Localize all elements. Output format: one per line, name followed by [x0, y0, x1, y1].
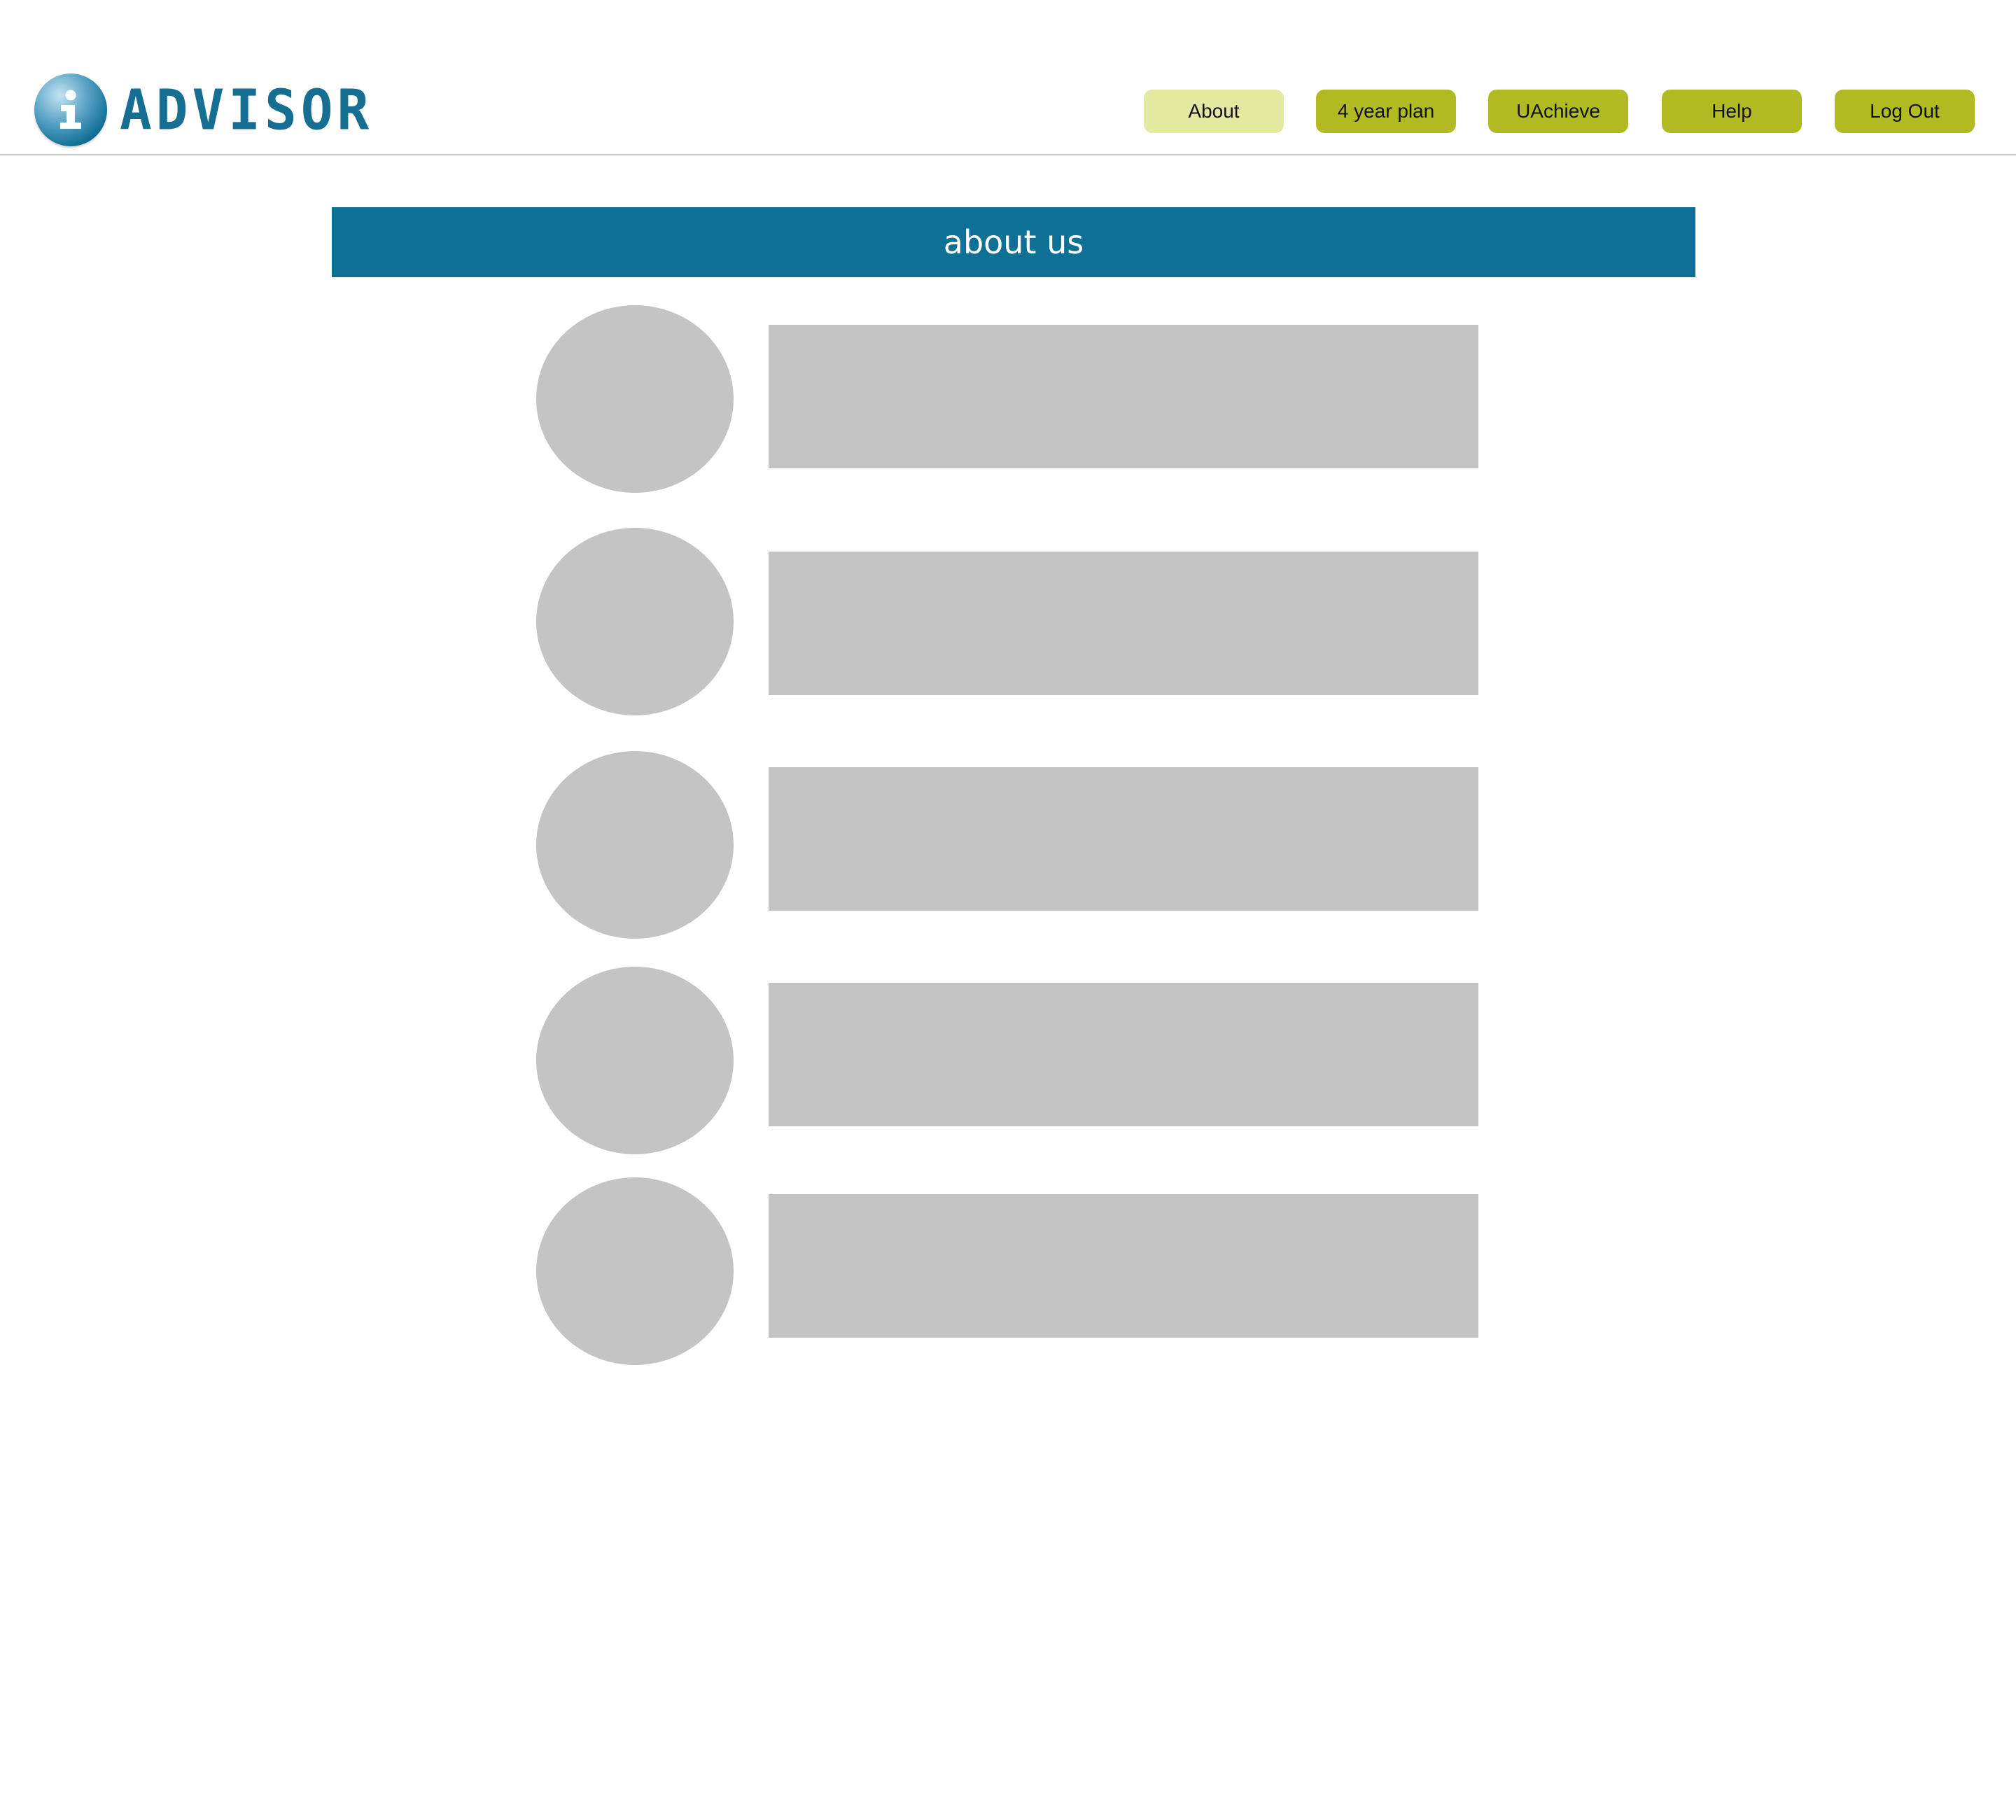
member-avatar — [536, 528, 734, 715]
member-avatar — [536, 967, 734, 1154]
member-bio — [769, 552, 1478, 695]
member-avatar — [536, 751, 734, 939]
member-bio — [769, 983, 1478, 1126]
member-avatar — [536, 305, 734, 493]
member-bio — [769, 767, 1478, 911]
member-bio — [769, 325, 1478, 468]
team-member-list — [0, 0, 2016, 1820]
member-avatar — [536, 1177, 734, 1365]
member-bio — [769, 1194, 1478, 1338]
